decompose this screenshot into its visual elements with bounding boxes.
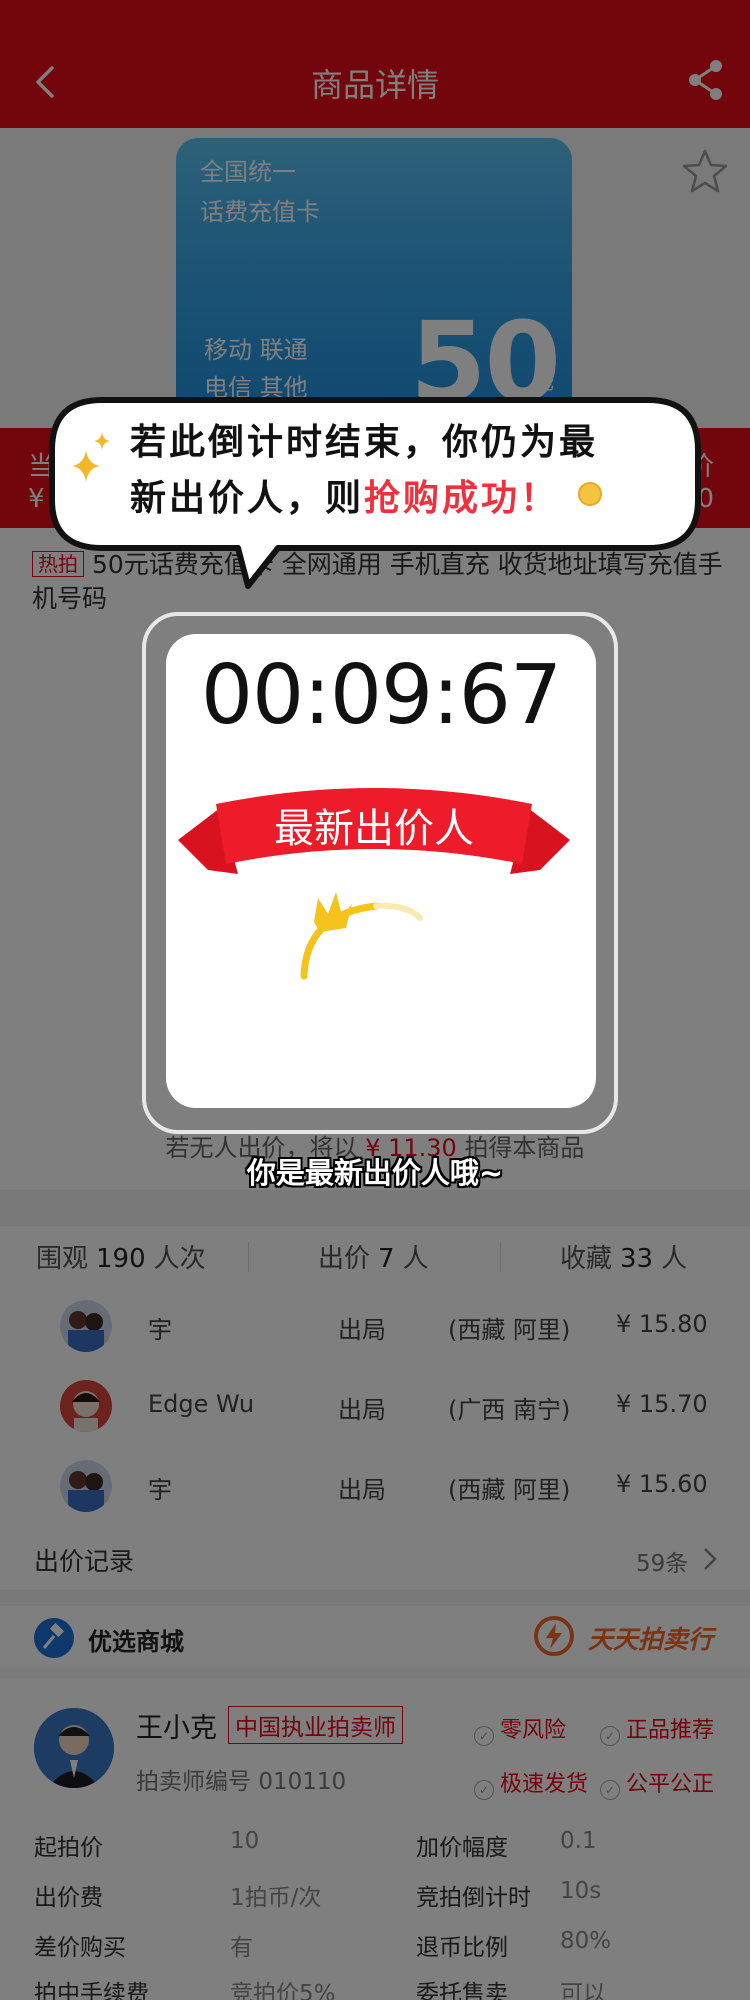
notice-line-1: 若此倒计时结束，你仍为最 xyxy=(130,421,599,463)
notice-highlight: 抢购成功 xyxy=(364,477,521,519)
loading-crown-spinner xyxy=(300,892,423,980)
sparkle-icon xyxy=(72,432,110,482)
latest-bidder-ribbon: 最新出价人 xyxy=(178,788,570,874)
coin-icon xyxy=(578,482,602,506)
countdown-timer: 00:09:67 xyxy=(200,648,562,743)
countdown-notice: 若此倒计时结束，你仍为最 新出价人，则抢购成功！ xyxy=(130,414,670,526)
ribbon-label: 最新出价人 xyxy=(274,806,474,852)
subtitle-caption: 你是最新出价人哦~ xyxy=(246,1156,504,1190)
